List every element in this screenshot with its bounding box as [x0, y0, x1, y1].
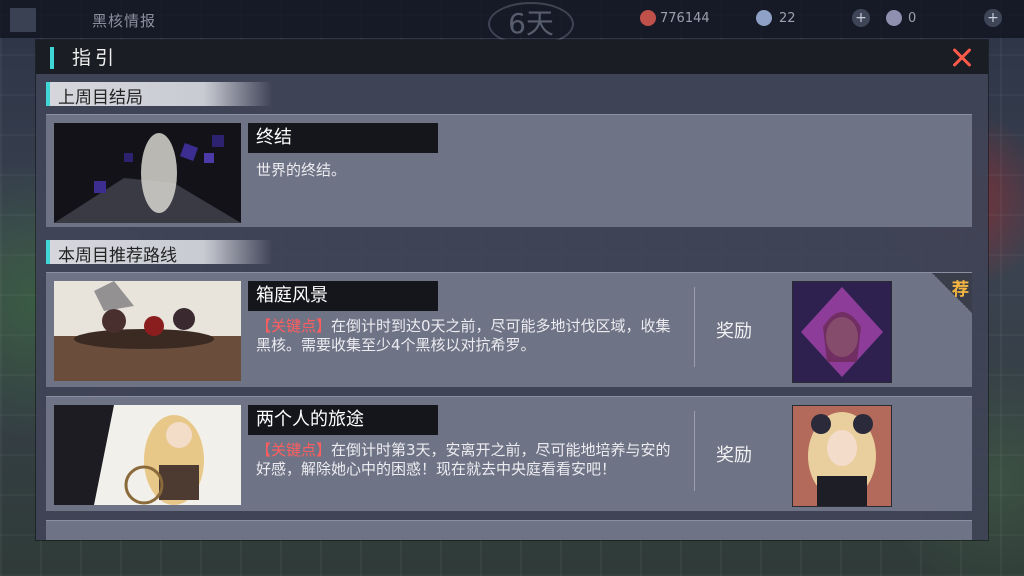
ending-description: 世界的终结。 [256, 161, 347, 179]
section-title: 本周目推荐路线 [58, 246, 177, 266]
route-image [54, 281, 241, 381]
header-accent [50, 47, 54, 69]
divider [694, 411, 695, 491]
section-recommended-routes: 本周目推荐路线 [46, 240, 272, 266]
hud-title: 黑核情报 [92, 12, 157, 30]
close-icon[interactable] [948, 44, 976, 72]
section-accent [46, 240, 50, 264]
menu-icon[interactable] [10, 8, 36, 32]
key-point-label: 【关键点】 [256, 441, 332, 459]
add-gem-button[interactable]: + [852, 9, 870, 27]
top-hud: 黑核情报 6天 776144 22 + 0 + [0, 0, 1024, 46]
section-accent [46, 82, 50, 106]
ending-name: 终结 [248, 123, 438, 153]
dialog-header: 指引 [36, 40, 988, 74]
dialog-title: 指引 [72, 47, 119, 69]
token-value: 0 [908, 11, 917, 26]
ending-image [54, 123, 241, 223]
recommended-label: 荐 [952, 280, 969, 300]
currency-icon [640, 10, 656, 26]
currency-value: 776144 [660, 11, 710, 26]
route-name: 两个人的旅途 [248, 405, 438, 435]
route-image [54, 405, 241, 505]
route-card-partial[interactable] [46, 520, 972, 540]
key-point-label: 【关键点】 [256, 317, 332, 335]
divider [694, 287, 695, 367]
route-description: 【关键点】在倒计时第3天，安离开之前，尽可能地培养与安的好感，解除她心中的困惑！… [256, 441, 681, 479]
section-title: 上周目结局 [58, 88, 143, 108]
gem-icon [756, 10, 772, 26]
add-token-button[interactable]: + [984, 9, 1002, 27]
ending-card[interactable]: 终结 世界的终结。 [46, 114, 972, 227]
reward-character-image[interactable] [792, 281, 892, 383]
route-card[interactable]: 两个人的旅途 【关键点】在倒计时第3天，安离开之前，尽可能地培养与安的好感，解除… [46, 396, 972, 511]
section-previous-ending: 上周目结局 [46, 82, 272, 108]
reward-label: 奖励 [716, 321, 752, 342]
gem-value: 22 [779, 11, 796, 26]
recommended-badge: 荐 [932, 273, 972, 313]
route-description: 【关键点】在倒计时到达0天之前，尽可能多地讨伐区域，收集黑核。需要收集至少4个黑… [256, 317, 681, 355]
route-card[interactable]: 箱庭风景 【关键点】在倒计时到达0天之前，尽可能多地讨伐区域，收集黑核。需要收集… [46, 272, 972, 387]
token-icon [886, 10, 902, 26]
reward-label: 奖励 [716, 445, 752, 466]
guide-dialog: 指引 上周目结局 终结 世界的终结。 本周目推荐路线 箱庭风景 【关键点】在倒计… [36, 40, 988, 540]
reward-character-image[interactable] [792, 405, 892, 507]
route-name: 箱庭风景 [248, 281, 438, 311]
